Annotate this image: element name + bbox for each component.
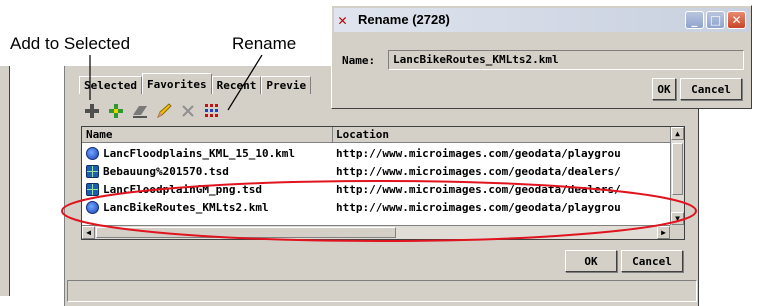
maximize-icon: □: [709, 13, 722, 27]
column-header-location[interactable]: Location: [336, 128, 389, 141]
vertical-scrollbar[interactable]: ▲ ▼: [670, 127, 684, 225]
minimize-button[interactable]: _: [685, 11, 704, 29]
file-location: http://www.microimages.com/geodata/playg…: [336, 201, 621, 214]
tsd-icon: [86, 183, 99, 196]
horizontal-scroll-thumb[interactable]: [96, 227, 396, 238]
list-item[interactable]: LancFloodplainGM_png.tsd http://www.micr…: [82, 181, 670, 199]
file-name: LancBikeRoutes_KMLts2.kml: [103, 201, 269, 214]
file-location: http://www.microimages.com/geodata/deale…: [336, 165, 621, 178]
add-to-selected-icon[interactable]: [105, 101, 127, 121]
scroll-left-icon[interactable]: ◀: [82, 226, 95, 239]
tab-selected[interactable]: Selected: [79, 76, 142, 94]
globe-icon: [86, 201, 99, 214]
dialog-ok-button[interactable]: OK: [652, 78, 676, 100]
background-window-edge: [0, 66, 10, 296]
tab-bar: Selected Favorites Recent Previe: [79, 73, 312, 96]
rename-icon[interactable]: [153, 101, 175, 121]
dialog-titlebar[interactable]: ✕ Rename (2728) _ □ ✕: [334, 8, 749, 32]
list-item[interactable]: LancBikeRoutes_KMLts2.kml http://www.mic…: [82, 199, 670, 217]
minimize-icon: _: [691, 13, 698, 27]
list-item[interactable]: Bebauung%201570.tsd http://www.microimag…: [82, 163, 670, 181]
close-icon: ✕: [731, 13, 742, 27]
scroll-down-icon[interactable]: ▼: [671, 212, 684, 225]
globe-icon: [86, 147, 99, 160]
file-name: LancFloodplainGM_png.tsd: [103, 183, 262, 196]
tab-favorites[interactable]: Favorites: [141, 73, 212, 94]
dialog-title: Rename (2728): [358, 12, 450, 27]
grid-icon[interactable]: [201, 101, 223, 121]
ok-button[interactable]: OK: [565, 250, 617, 272]
file-name: LancFloodplains_KML_15_10.kml: [103, 147, 296, 160]
scroll-corner: [670, 225, 684, 239]
rename-dialog: ✕ Rename (2728) _ □ ✕ Name: LancBikeRout…: [331, 5, 752, 109]
name-input[interactable]: LancBikeRoutes_KMLts2.kml: [388, 50, 744, 70]
scroll-up-icon[interactable]: ▲: [671, 127, 684, 140]
toolbar: [81, 100, 223, 122]
column-header-name[interactable]: Name: [86, 128, 113, 141]
list-header: Name Location: [82, 127, 670, 143]
file-location: http://www.microimages.com/geodata/playg…: [336, 147, 621, 160]
dialog-cancel-button[interactable]: Cancel: [680, 78, 742, 100]
cancel-button[interactable]: Cancel: [621, 250, 683, 272]
add-icon[interactable]: [81, 101, 103, 121]
favorites-list[interactable]: Name Location LancFloodplains_KML_15_10.…: [81, 126, 685, 240]
delete-icon[interactable]: [177, 101, 199, 121]
vertical-scroll-thumb[interactable]: [672, 143, 683, 195]
horizontal-scrollbar[interactable]: ◀ ▶: [82, 225, 670, 239]
app-icon: ✕: [338, 11, 348, 29]
file-location: http://www.microimages.com/geodata/deale…: [336, 183, 621, 196]
status-bar: [67, 280, 697, 302]
rename-callout: Rename: [232, 34, 297, 53]
group-icon[interactable]: [129, 101, 151, 121]
file-name: Bebauung%201570.tsd: [103, 165, 229, 178]
maximize-button[interactable]: □: [706, 11, 725, 29]
name-label: Name:: [342, 54, 376, 67]
close-button[interactable]: ✕: [727, 11, 746, 29]
column-divider[interactable]: [332, 127, 333, 143]
add-to-selected-callout: Add to Selected: [10, 34, 131, 53]
tab-recent[interactable]: Recent: [211, 76, 262, 94]
tab-preview[interactable]: Previe: [261, 76, 312, 94]
tsd-icon: [86, 165, 99, 178]
scroll-right-icon[interactable]: ▶: [657, 226, 670, 239]
list-item[interactable]: LancFloodplains_KML_15_10.kml http://www…: [82, 145, 670, 163]
